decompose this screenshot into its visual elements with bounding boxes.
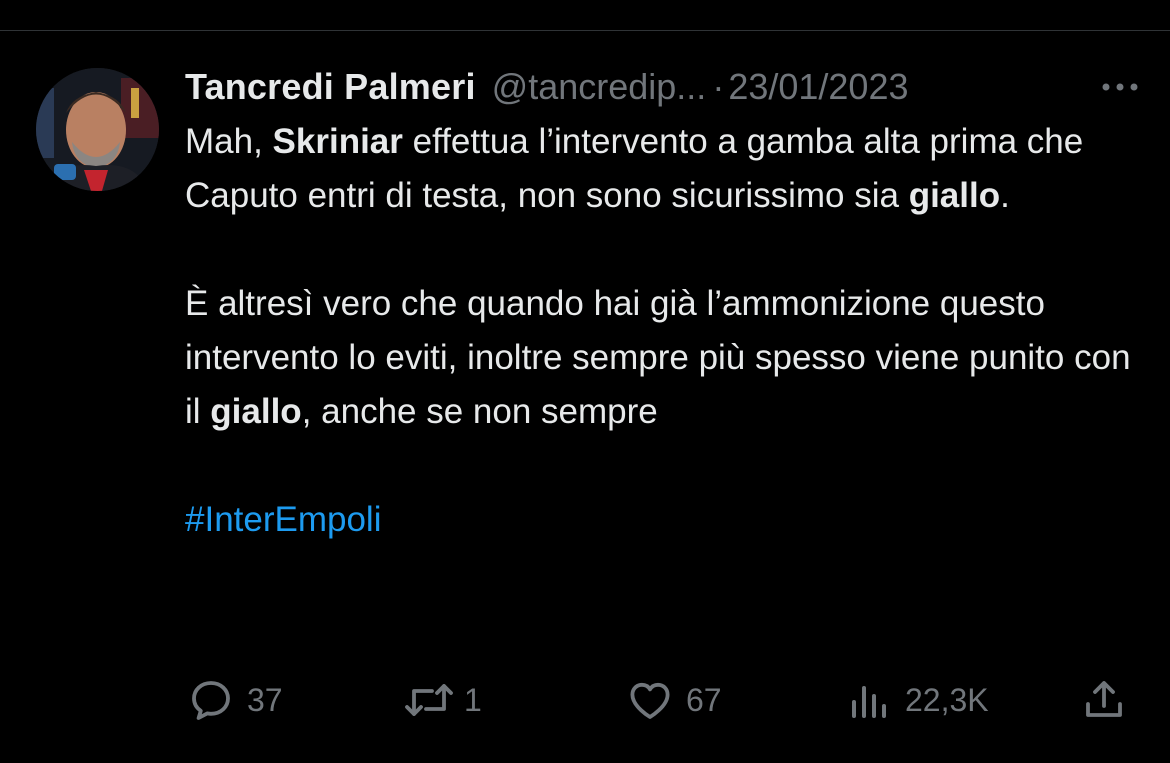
retweet-button[interactable]: 1 — [400, 672, 482, 728]
heart-icon — [630, 682, 670, 719]
views-count: 22,3K — [905, 681, 989, 718]
views-icon — [852, 686, 886, 718]
action-bar: 37 1 67 22,3K — [0, 672, 1170, 728]
display-name[interactable]: Tancredi Palmeri — [185, 66, 476, 108]
tweet-paragraph-1: Mah, Skriniar effettua l’intervento a ga… — [185, 115, 1145, 223]
user-handle[interactable]: @tancredip... — [492, 66, 707, 108]
bold-word-giallo: giallo — [210, 392, 302, 431]
separator-dot: · — [712, 66, 725, 107]
tweet-paragraph-3: #InterEmpoli — [185, 493, 1145, 547]
tweet-date[interactable]: 23/01/2023 — [728, 66, 908, 108]
share-icon — [1086, 681, 1122, 717]
top-divider — [0, 30, 1170, 31]
text-segment: Mah, — [185, 122, 273, 161]
more-horizontal-icon[interactable] — [1095, 62, 1145, 112]
retweet-count: 1 — [464, 681, 482, 718]
reply-count: 37 — [247, 681, 283, 718]
views-button[interactable]: 22,3K — [845, 672, 989, 728]
bold-mention-skriniar: Skriniar — [272, 122, 403, 161]
like-button[interactable]: 67 — [626, 672, 722, 728]
tweet-paragraph-2: È altresì vero che quando hai già l’ammo… — [185, 277, 1145, 439]
text-segment: , anche se non sempre — [301, 392, 658, 431]
reply-button[interactable]: 37 — [187, 672, 283, 728]
hashtag-link[interactable]: #InterEmpoli — [185, 500, 381, 539]
avatar[interactable] — [36, 68, 159, 191]
like-count: 67 — [686, 681, 722, 718]
tweet-header: Tancredi Palmeri @tancredip... · 23/01/2… — [185, 62, 1145, 112]
bold-word-giallo: giallo — [908, 176, 1001, 215]
text-segment: . — [1000, 176, 1010, 215]
retweet-icon — [405, 684, 453, 716]
share-button[interactable] — [1080, 672, 1128, 728]
tweet-text: Mah, Skriniar effettua l’intervento a ga… — [185, 115, 1145, 547]
reply-icon — [192, 681, 230, 720]
